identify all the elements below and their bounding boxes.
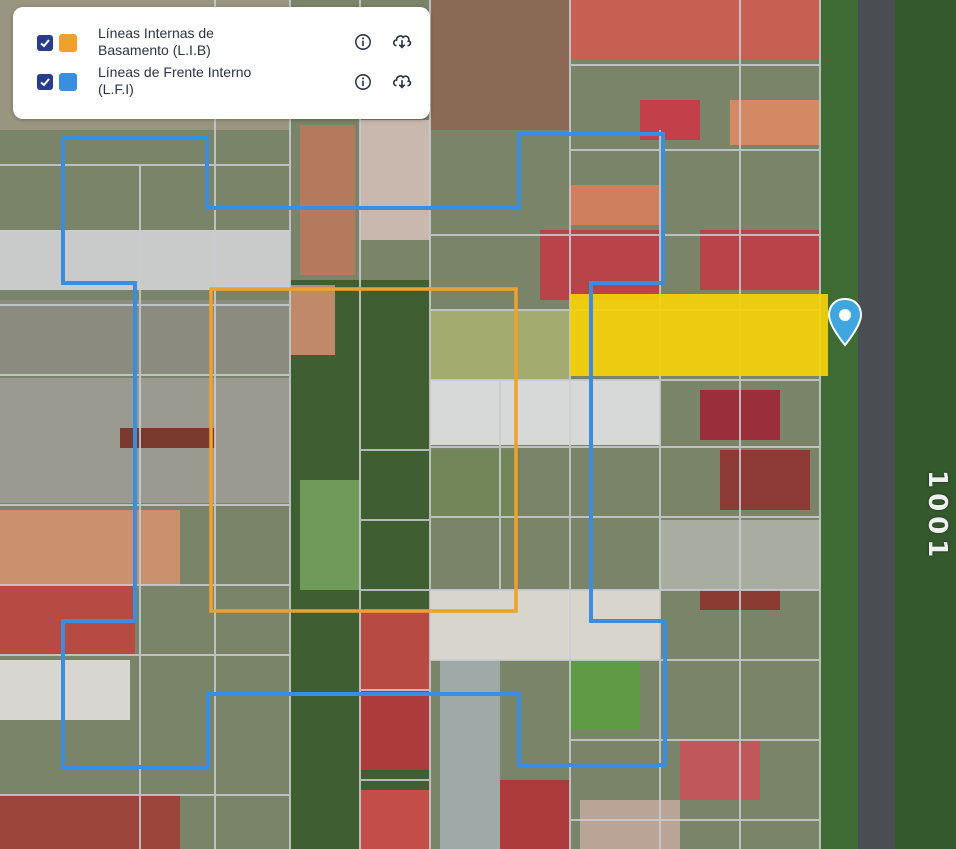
layer-label-lfi-line2: (L.F.I) — [98, 81, 134, 97]
layer-label-lfi-line1: Líneas de Frente Interno — [98, 64, 252, 80]
street-number-label: 1001 — [922, 470, 952, 563]
layer-label-lfi: Líneas de Frente Interno (L.F.I) — [98, 64, 263, 98]
layer-color-swatch-lib — [59, 34, 77, 52]
satellite-map[interactable] — [0, 0, 956, 849]
selected-lot-highlight[interactable] — [570, 294, 828, 376]
map-pin-icon[interactable] — [826, 297, 864, 349]
cloud-download-icon[interactable] — [391, 71, 413, 91]
info-icon[interactable] — [353, 32, 373, 52]
info-icon[interactable] — [353, 72, 373, 92]
layer-checkbox-lfi[interactable] — [37, 74, 53, 90]
cloud-download-icon[interactable] — [391, 31, 413, 51]
aerial-imagery — [0, 0, 956, 849]
check-icon — [40, 39, 50, 48]
layer-label-lib: Líneas Internas de Basamento (L.I.B) — [98, 25, 263, 59]
check-icon — [40, 78, 50, 87]
layer-legend-panel: Líneas Internas de Basamento (L.I.B) Lín… — [13, 7, 430, 119]
layer-row-lfi: Líneas de Frente Interno (L.F.I) — [13, 64, 430, 108]
layer-row-lib: Líneas Internas de Basamento (L.I.B) — [13, 20, 430, 64]
layer-color-swatch-lfi — [59, 73, 77, 91]
layer-label-lib-line1: Líneas Internas de — [98, 25, 214, 41]
layer-checkbox-lib[interactable] — [37, 35, 53, 51]
layer-label-lib-line2: Basamento (L.I.B) — [98, 42, 211, 58]
